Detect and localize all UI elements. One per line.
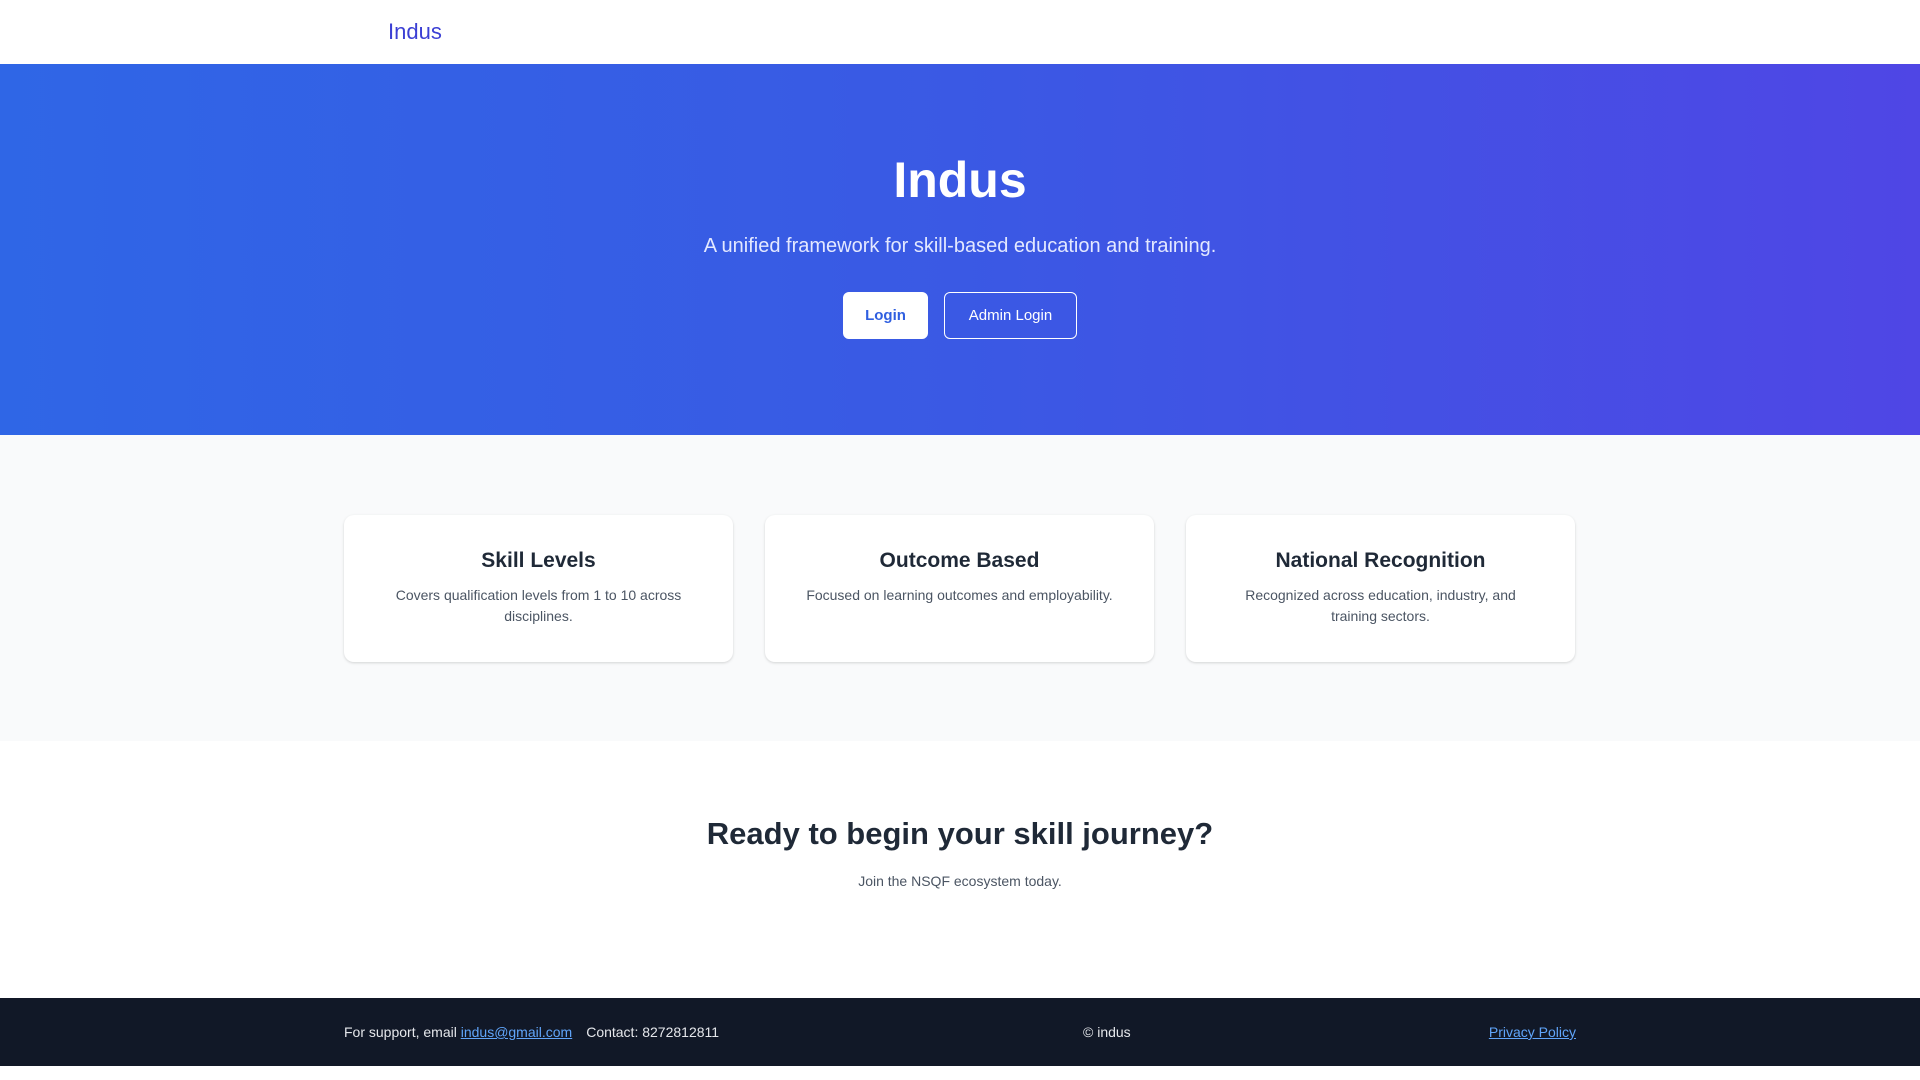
footer-support: For support, email indus@gmail.com Contac… [344, 1022, 719, 1042]
footer-links: Privacy Policy [1489, 1022, 1576, 1042]
copyright-text: © indus [1083, 1024, 1131, 1040]
top-navbar: Indus [0, 0, 1920, 64]
admin-login-button[interactable]: Admin Login [944, 292, 1077, 339]
privacy-policy-link[interactable]: Privacy Policy [1489, 1024, 1576, 1040]
hero-subtitle: A unified framework for skill-based educ… [703, 235, 1217, 257]
login-button[interactable]: Login [843, 292, 928, 339]
contact-text: Contact: 8272812811 [586, 1024, 720, 1040]
feature-card-skill-levels: Skill Levels Covers qualification levels… [344, 515, 733, 662]
feature-card-title: National Recognition [1275, 549, 1486, 572]
hero-title: Indus [893, 152, 1027, 208]
feature-card-outcome-based: Outcome Based Focused on learning outcom… [765, 515, 1154, 662]
hero-section: Indus A unified framework for skill-base… [0, 64, 1920, 435]
cta-subtitle: Join the NSQF ecosystem today. [858, 873, 1062, 889]
page-bottom-spacer [0, 1066, 1920, 1080]
hero-button-group: Login Admin Login [0, 292, 1920, 339]
support-prefix-text: For support, email [344, 1024, 461, 1040]
cta-title: Ready to begin your skill journey? [706, 816, 1214, 851]
feature-card-text: Recognized across education, industry, a… [1245, 587, 1516, 624]
feature-card-text: Focused on learning outcomes and employa… [806, 587, 1113, 603]
features-section: Skill Levels Covers qualification levels… [0, 435, 1920, 741]
feature-card-text: Covers qualification levels from 1 to 10… [395, 587, 682, 624]
feature-card-title: Skill Levels [481, 549, 596, 572]
brand-logo-link[interactable]: Indus [388, 17, 442, 47]
cta-section: Ready to begin your skill journey? Join … [0, 741, 1920, 998]
feature-card-title: Outcome Based [879, 549, 1040, 572]
page-footer: For support, email indus@gmail.com Contac… [0, 998, 1920, 1066]
feature-card-list: Skill Levels Covers qualification levels… [344, 515, 1576, 662]
feature-card-national-recognition: National Recognition Recognized across e… [1186, 515, 1575, 662]
support-email-link[interactable]: indus@gmail.com [461, 1024, 572, 1040]
